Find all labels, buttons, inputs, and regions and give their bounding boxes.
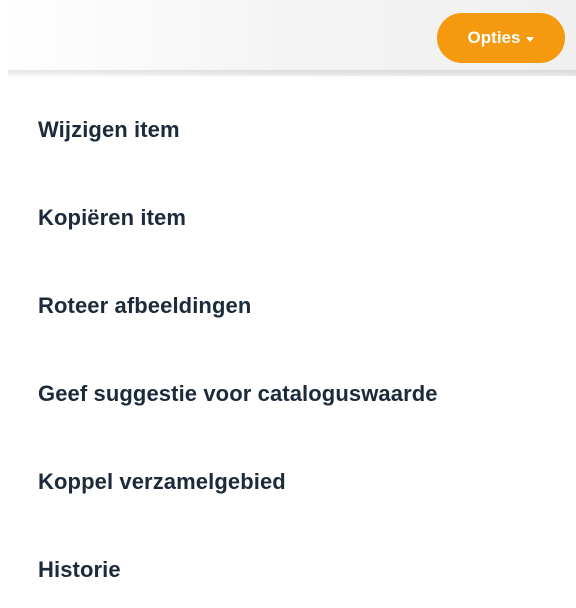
menu-item-rotate-images[interactable]: Roteer afbeeldingen xyxy=(0,262,576,350)
menu-item-label: Roteer afbeeldingen xyxy=(38,293,252,318)
options-menu: Wijzigen item Kopiëren item Roteer afbee… xyxy=(0,86,576,608)
menu-item-label: Geef suggestie voor cataloguswaarde xyxy=(38,381,438,406)
caret-down-icon xyxy=(526,36,535,42)
menu-item-history[interactable]: Historie xyxy=(0,526,576,608)
menu-item-suggest-catalog-value[interactable]: Geef suggestie voor cataloguswaarde xyxy=(0,350,576,438)
top-bar: Opties xyxy=(0,0,576,76)
menu-item-edit[interactable]: Wijzigen item xyxy=(0,86,576,174)
options-dropdown-button[interactable]: Opties xyxy=(437,13,565,63)
options-panel: Opties Wijzigen item Kopiëren item Rotee… xyxy=(0,0,576,608)
menu-item-copy[interactable]: Kopiëren item xyxy=(0,174,576,262)
menu-item-link-collection-area[interactable]: Koppel verzamelgebied xyxy=(0,438,576,526)
menu-item-label: Historie xyxy=(38,557,121,582)
menu-item-label: Koppel verzamelgebied xyxy=(38,469,286,494)
options-button-label: Opties xyxy=(467,28,521,47)
menu-item-label: Wijzigen item xyxy=(38,117,180,142)
menu-item-label: Kopiëren item xyxy=(38,205,186,230)
top-bar-shadow xyxy=(8,70,576,78)
